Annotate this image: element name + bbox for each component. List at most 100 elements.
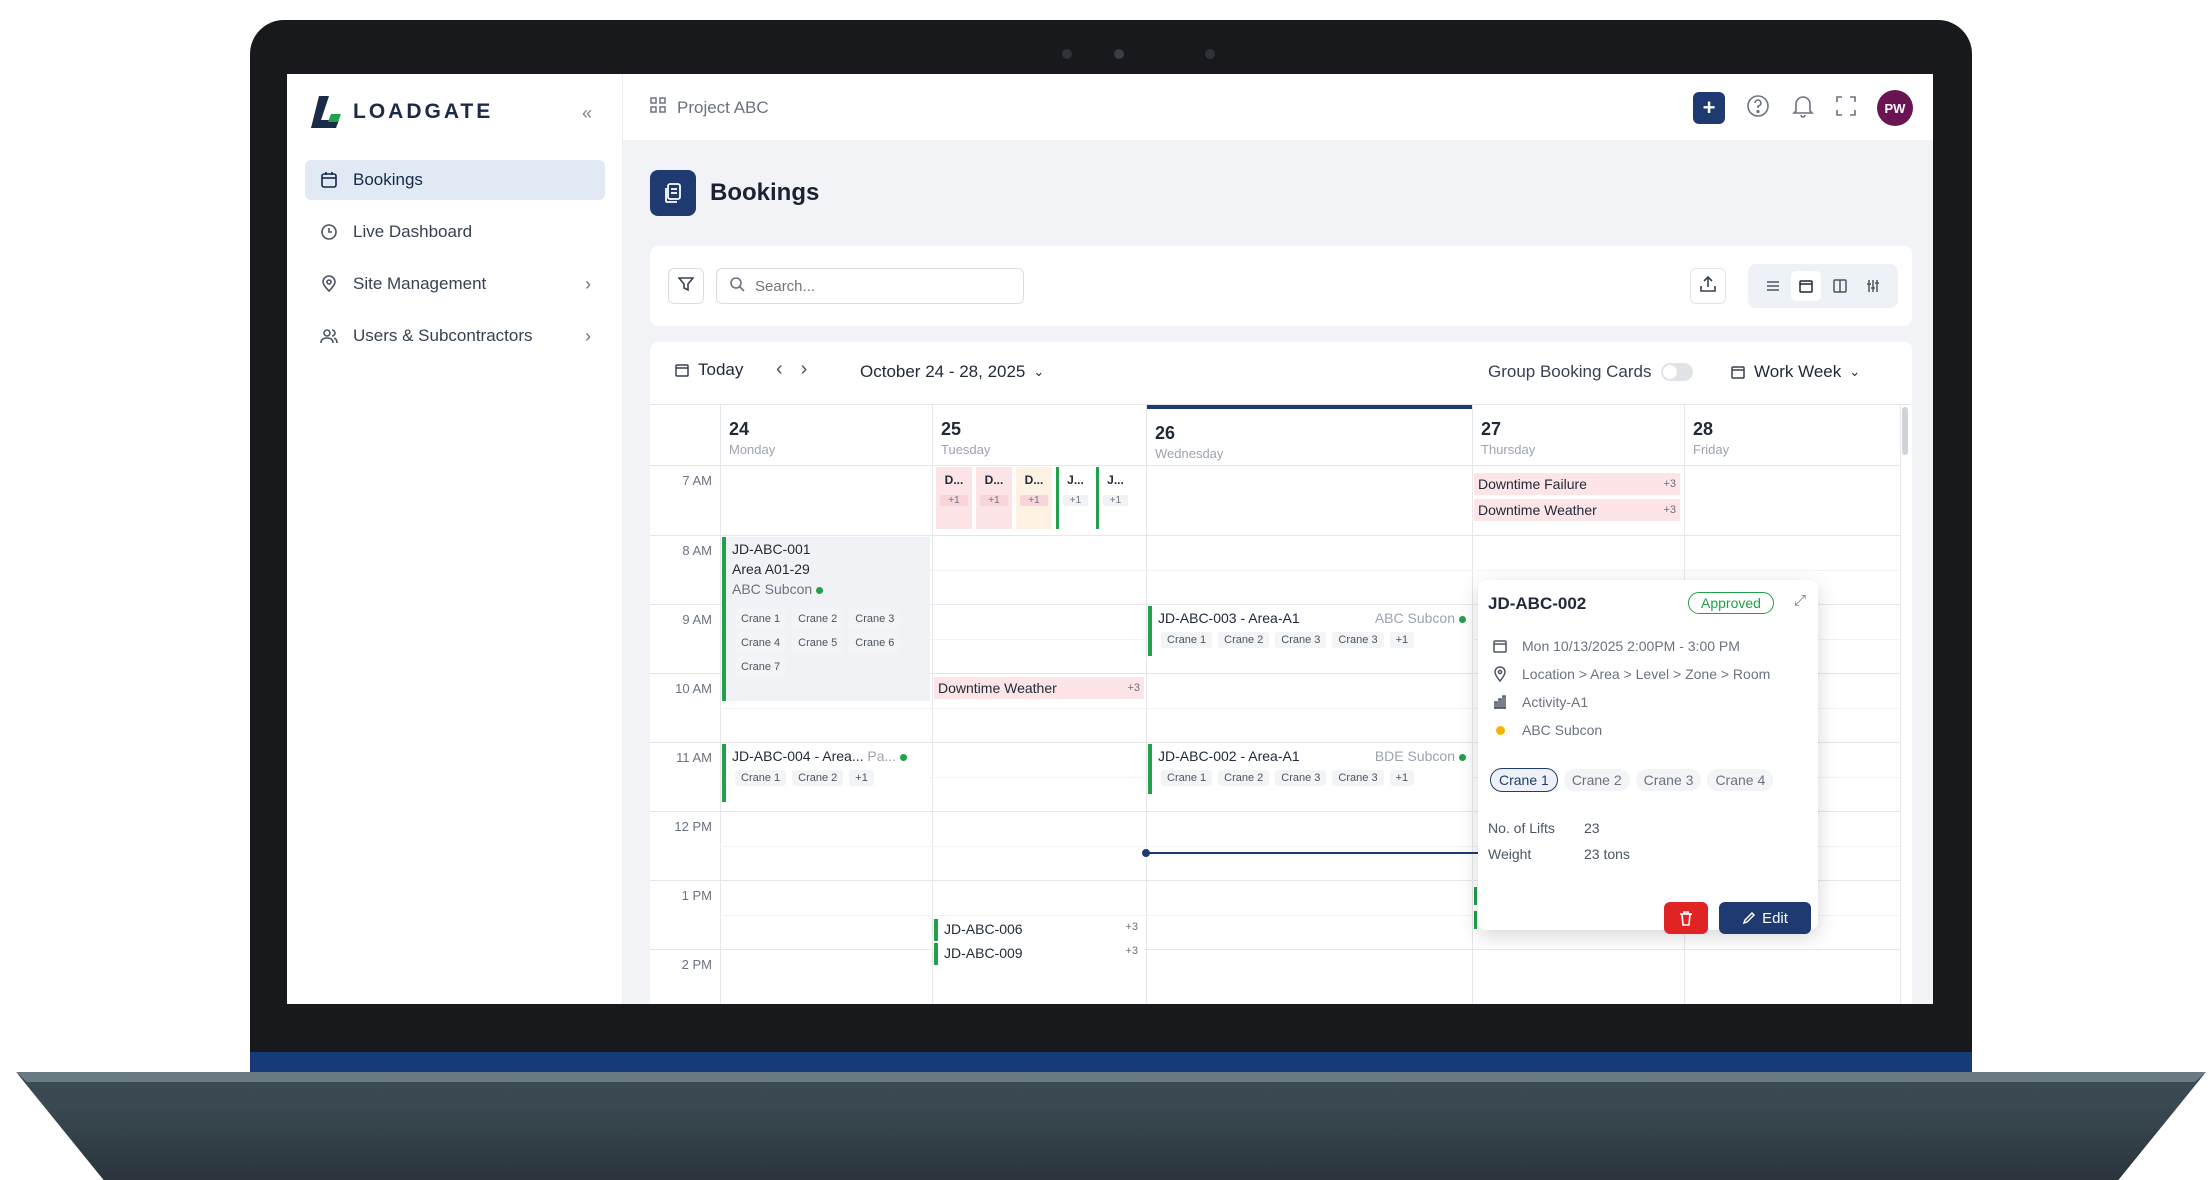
sidebar-item-users[interactable]: Users & Subcontractors ›	[305, 316, 605, 356]
booking-card[interactable]: JD-ABC-004 - Area... Pa... Crane 1 Crane …	[722, 744, 930, 802]
booking-card[interactable]: JD-ABC-003 - Area-A1 ABC Subcon Crane 1 Cr…	[1148, 606, 1472, 656]
filter-button[interactable]	[668, 268, 704, 304]
project-selector[interactable]: Project ABC	[649, 96, 769, 119]
day-header[interactable]: 27 Thursday	[1472, 405, 1684, 465]
booking-title: JD-ABC-003 - Area-A1	[1158, 610, 1300, 626]
list-view-button[interactable]	[1758, 271, 1788, 301]
booking-subcon-row: BDE Subcon	[1375, 748, 1466, 764]
crane-chip[interactable]: Crane 4	[1707, 769, 1774, 791]
crane-chip[interactable]: Crane 4	[735, 633, 787, 653]
app-screen: LOADGATE « Bookings Live Dashboard Site …	[287, 74, 1933, 1004]
scrollbar[interactable]	[1902, 407, 1908, 455]
help-icon[interactable]	[1745, 93, 1771, 124]
mini-more: +1	[940, 495, 968, 506]
search-input[interactable]	[755, 277, 995, 295]
calendar-icon	[1799, 280, 1813, 293]
more-chip[interactable]: +1	[1389, 770, 1415, 786]
bezel-dot	[1205, 49, 1215, 59]
delete-button[interactable]	[1664, 902, 1708, 934]
chevron-right-icon[interactable]: ›	[801, 358, 808, 381]
bezel-dot	[1062, 49, 1072, 59]
day-name: Monday	[729, 442, 776, 457]
edit-button[interactable]: Edit	[1719, 902, 1811, 934]
mini-label: J...	[1107, 473, 1124, 487]
chevron-left-icon[interactable]: ‹	[776, 358, 783, 381]
crane-chip[interactable]: Crane 2	[792, 609, 844, 629]
day-header[interactable]: 25 Tuesday	[932, 405, 1146, 465]
crane-chip[interactable]: Crane 3	[1275, 632, 1327, 648]
downtime-card[interactable]: Downtime Weather +3	[934, 677, 1144, 699]
today-button[interactable]: Today	[674, 360, 743, 380]
bell-icon[interactable]	[1791, 93, 1815, 124]
time-label: 8 AM	[682, 543, 712, 558]
day-header[interactable]: 28 Friday	[1684, 405, 1900, 465]
crane-chip[interactable]: Crane 3	[1332, 632, 1384, 648]
booking-card[interactable]: JD-ABC-009 +3	[934, 943, 1144, 965]
crane-chip[interactable]: Crane 3	[1332, 770, 1384, 786]
avatar[interactable]: PW	[1877, 90, 1913, 126]
crane-chip[interactable]: Crane 3	[1635, 769, 1702, 791]
view-mode-label: Work Week	[1754, 362, 1842, 381]
fullscreen-icon[interactable]	[1835, 95, 1857, 122]
settings-view-button[interactable]	[1858, 271, 1888, 301]
search-field[interactable]	[716, 268, 1024, 304]
filter-icon	[677, 276, 695, 297]
crane-chip[interactable]: Crane 6	[849, 633, 901, 653]
sidebar-item-bookings[interactable]: Bookings	[305, 160, 605, 200]
downtime-label: Downtime Failure	[1478, 476, 1587, 492]
sidebar-item-site-management[interactable]: Site Management ›	[305, 264, 605, 304]
add-button[interactable]: +	[1693, 92, 1725, 124]
downtime-card[interactable]: Downtime Failure +3	[1474, 473, 1680, 495]
booking-card[interactable]: JD-ABC-001 Area A01-29 ABC Subcon Crane …	[722, 537, 930, 701]
day-number: 26	[1155, 423, 1176, 443]
sidebar-item-live-dashboard[interactable]: Live Dashboard	[305, 212, 605, 252]
status-badge: Approved	[1688, 592, 1774, 614]
crane-chip[interactable]: Crane 2	[1218, 632, 1270, 648]
sidebar-item-label: Live Dashboard	[353, 222, 473, 241]
crane-chip[interactable]: Crane 1	[1161, 770, 1213, 786]
logo[interactable]: LOADGATE	[309, 94, 493, 130]
booking-mini-card[interactable]: J... +1	[1056, 467, 1092, 529]
crane-chip[interactable]: Crane 1	[1490, 768, 1558, 792]
view-mode-selector[interactable]: Work Week ⌄	[1730, 362, 1860, 382]
downtime-mini-card[interactable]: D... +1	[976, 467, 1012, 529]
booking-title: JD-ABC-009	[944, 945, 1023, 961]
crane-chip[interactable]: Crane 7	[735, 657, 787, 677]
booking-id: JD-ABC-001	[732, 541, 811, 557]
crane-chip[interactable]: Crane 2	[792, 770, 844, 786]
crane-chip[interactable]: Crane 2	[1218, 770, 1270, 786]
crane-chip[interactable]: Crane 3	[849, 609, 901, 629]
downtime-mini-card[interactable]: D... +1	[1016, 467, 1052, 529]
expand-icon[interactable]: ⤢	[1794, 592, 1806, 609]
more-chip[interactable]: +1	[1389, 632, 1415, 648]
mini-more: +1	[1063, 495, 1088, 506]
date-range-selector[interactable]: October 24 - 28, 2025 ⌄	[860, 362, 1044, 382]
collapse-sidebar-button[interactable]: «	[572, 98, 602, 128]
day-header[interactable]: 24 Monday	[720, 405, 932, 465]
crane-chip[interactable]: Crane 5	[792, 633, 844, 653]
crane-chip[interactable]: Crane 1	[735, 770, 787, 786]
time-label: 7 AM	[682, 473, 712, 488]
booking-mini-card[interactable]: J... +1	[1096, 467, 1132, 529]
booking-title: JD-ABC-006	[944, 921, 1023, 937]
topbar-actions: + PW	[1693, 90, 1913, 126]
calendar-view-button[interactable]	[1791, 271, 1822, 301]
time-label: 9 AM	[682, 612, 712, 627]
downtime-card[interactable]: Downtime Weather +3	[1474, 499, 1680, 521]
app-name: LOADGATE	[353, 100, 494, 123]
columns-view-button[interactable]	[1825, 271, 1855, 301]
grid-line	[1900, 405, 1901, 1004]
downtime-mini-card[interactable]: D... +1	[936, 467, 972, 529]
day-header-today[interactable]: 26 Wednesday	[1146, 405, 1472, 465]
crane-chip[interactable]: Crane 3	[1275, 770, 1327, 786]
crane-chip[interactable]: Crane 1	[1161, 632, 1213, 648]
trash-icon	[1680, 911, 1692, 926]
crane-chip[interactable]: Crane 2	[1563, 769, 1630, 791]
booking-card[interactable]: JD-ABC-006 +3	[934, 919, 1144, 941]
group-toggle[interactable]	[1661, 363, 1694, 381]
crane-chip[interactable]: Crane 1	[735, 609, 787, 629]
booking-card[interactable]: JD-ABC-002 - Area-A1 BDE Subcon Crane 1 Cr…	[1148, 744, 1472, 794]
export-button[interactable]	[1690, 268, 1726, 304]
crane-chips: Crane 1 Crane 2 Crane 3 Crane 4 Crane 5 Crane…	[732, 607, 924, 679]
more-chip[interactable]: +1	[849, 770, 874, 786]
